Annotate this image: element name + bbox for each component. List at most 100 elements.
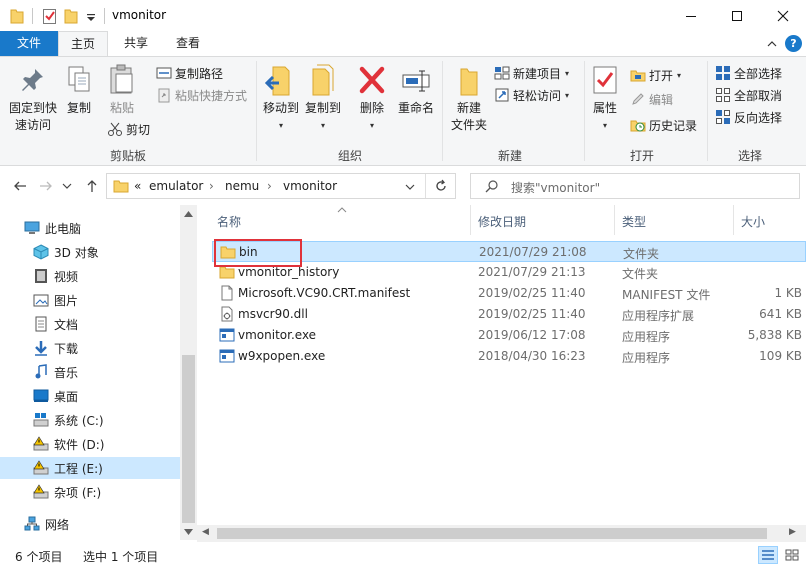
nav-item[interactable]: 下载 [0,337,180,359]
invert-selection-icon [716,110,730,124]
back-button[interactable] [10,176,30,196]
paste-shortcut-icon [158,88,170,103]
invert-selection-button[interactable]: 反向选择 [715,107,782,127]
nav-item[interactable]: 软件 (D:) [0,433,180,455]
breadcrumb-nemu[interactable]: nemu [225,179,259,193]
column-header-size[interactable]: 大小 [741,205,765,239]
rename-icon [402,70,430,92]
nav-item[interactable]: 文档 [0,313,180,335]
nav-item[interactable]: 3D 对象 [0,241,180,263]
nav-item[interactable]: 图片 [0,289,180,311]
properties-qa-icon[interactable] [42,7,58,25]
file-row[interactable]: Microsoft.VC90.CRT.manifest 2019/02/25 11… [212,283,806,304]
nav-item[interactable]: 系统 (C:) [0,409,180,431]
nav-pane-scrollbar[interactable] [180,205,197,540]
scroll-right-icon[interactable]: ▶ [789,527,796,537]
file-row[interactable]: vmonitor.exe 2019/06/12 17:08 应用程序 5,838 KB [212,325,806,346]
column-header-modified[interactable]: 修改日期 [478,205,526,239]
details-view-button[interactable] [758,546,778,564]
tab-share[interactable]: 共享 [112,31,160,56]
chevron-down-icon [62,183,72,189]
search-input[interactable]: 搜索"vmonitor" [511,179,600,196]
scroll-down-icon[interactable] [184,529,193,535]
scrollbar-thumb[interactable] [182,355,195,523]
new-folder-button[interactable]: 新建 文件夹 [448,63,490,134]
navigation-bar: « emulator › nemu › vmonitor 搜索"vmonitor… [0,167,806,205]
recent-locations-button[interactable] [60,176,74,196]
new-item-button[interactable]: 新建项目 ▾ [494,63,569,83]
nav-item[interactable]: 杂项 (F:) [0,481,180,503]
move-to-button[interactable]: 移动到 ▾ [260,63,302,134]
scrollbar-thumb[interactable] [217,528,767,539]
delete-button[interactable]: 删除 ▾ [354,63,390,134]
chevron-down-icon[interactable] [405,182,415,192]
desktop-icon [33,389,49,402]
easy-access-button[interactable]: 轻松访问 ▾ [494,85,569,105]
file-row[interactable]: bin 2021/07/29 21:08 文件夹 [212,241,806,262]
nav-item[interactable]: 视频 [0,265,180,287]
nav-item-label: 系统 (C:) [54,413,104,428]
file-name: Microsoft.VC90.CRT.manifest [238,286,411,300]
new-folder-qa-icon[interactable] [64,7,78,25]
tab-file[interactable]: 文件 [0,31,58,56]
nav-item[interactable]: 桌面 [0,385,180,407]
rename-button[interactable]: 重命名 [394,63,438,117]
customize-qa-icon[interactable] [86,7,96,25]
select-all-button[interactable]: 全部选择 [715,63,782,83]
column-header-type[interactable]: 类型 [622,205,646,239]
copy-icon [68,66,90,92]
file-row[interactable]: vmonitor_history 2021/07/29 21:13 文件夹 [212,262,806,283]
history-button[interactable]: 历史记录 [630,115,697,135]
properties-button[interactable]: 属性 ▾ [588,63,622,134]
file-row[interactable]: msvcr90.dll 2019/02/25 11:40 应用程序扩展 641 KB [212,304,806,325]
nav-item[interactable]: 网络 [0,513,180,535]
paste-shortcut-button[interactable]: 粘贴快捷方式 [156,85,247,105]
tab-view[interactable]: 查看 [164,31,212,56]
scroll-left-icon[interactable]: ◀ [202,527,209,537]
search-box[interactable]: 搜索"vmonitor" [470,173,800,199]
open-button[interactable]: 打开 ▾ [630,65,681,85]
edit-button[interactable]: 编辑 [630,89,673,109]
large-icons-view-button[interactable] [782,546,802,564]
paste-button[interactable]: 粘贴 [104,63,140,117]
file-modified: 2021/07/29 21:08 [479,245,587,259]
column-divider[interactable] [614,205,615,235]
easy-access-icon [495,88,509,102]
breadcrumb-emulator[interactable]: emulator [149,179,203,193]
breadcrumb-overflow[interactable]: « [134,179,141,193]
column-divider[interactable] [733,205,734,235]
close-button[interactable] [760,0,806,31]
file-type: 应用程序 [622,351,671,365]
refresh-icon[interactable] [434,179,448,193]
maximize-button[interactable] [714,0,760,31]
copy-to-button[interactable]: 复制到 ▾ [302,63,344,134]
breadcrumb-vmonitor[interactable]: vmonitor [283,179,337,193]
breadcrumb-separator[interactable]: › [267,179,272,193]
column-divider[interactable] [470,205,471,235]
file-row[interactable]: w9xpopen.exe 2018/04/30 16:23 应用程序 109 KB [212,346,806,367]
copy-path-button[interactable]: 复制路径 [156,63,223,83]
address-bar[interactable]: « emulator › nemu › vmonitor [106,173,456,199]
move-to-label: 移动到 [262,101,299,115]
scroll-up-icon[interactable] [184,211,193,217]
help-icon[interactable]: ? [785,35,802,52]
horizontal-scrollbar[interactable]: ◀ ▶ [197,525,806,542]
chevron-up-icon[interactable] [767,39,777,49]
pin-quick-access-button[interactable]: 固定到快 速访问 [4,63,62,134]
minimize-button[interactable] [668,0,714,31]
breadcrumb-separator[interactable]: › [209,179,214,193]
file-type: 文件夹 [623,247,660,261]
delete-icon [359,66,385,94]
copy-button[interactable]: 复制 [62,63,96,117]
up-button[interactable] [82,176,102,196]
select-none-button[interactable]: 全部取消 [715,85,782,105]
nav-item[interactable]: 此电脑 [0,217,180,239]
chevron-down-icon: ▾ [677,70,682,80]
cut-button[interactable]: 剪切 [107,119,150,139]
move-to-icon [265,66,290,96]
nav-item[interactable]: 工程 (E:) [0,457,180,479]
forward-button[interactable] [36,176,56,196]
column-header-name[interactable]: 名称 [217,205,241,239]
nav-item[interactable]: 音乐 [0,361,180,383]
tab-home[interactable]: 主页 [58,31,108,57]
